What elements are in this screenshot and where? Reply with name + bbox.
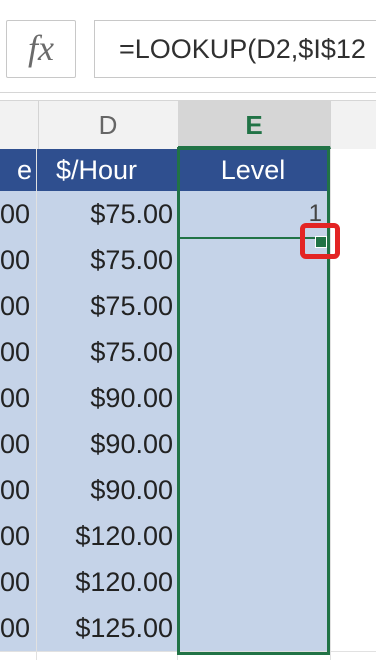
- table-row: 00 $120.00: [0, 559, 376, 605]
- table-header-level[interactable]: Level: [178, 149, 328, 191]
- gridline: [0, 651, 376, 652]
- cell-e[interactable]: [178, 283, 330, 329]
- cell-d[interactable]: $75.00: [36, 283, 177, 329]
- cell-e[interactable]: [178, 329, 330, 375]
- cell-c[interactable]: 00: [0, 191, 36, 237]
- table-header-row: e $/Hour Level: [0, 149, 330, 191]
- column-header-e-label: E: [245, 110, 263, 140]
- cell-e[interactable]: [178, 513, 330, 559]
- cell-e[interactable]: [178, 559, 330, 605]
- table-row: 00 $75.00: [0, 283, 376, 329]
- cell-e[interactable]: [178, 605, 330, 651]
- cell-c[interactable]: 00: [0, 513, 36, 559]
- column-header-f[interactable]: [330, 101, 376, 149]
- table-row: 00 $125.00: [0, 605, 376, 651]
- cell-c[interactable]: 00: [0, 559, 36, 605]
- insert-function-button[interactable]: fx: [6, 20, 76, 78]
- cell-d[interactable]: $75.00: [36, 237, 177, 283]
- fx-icon: fx: [28, 28, 54, 68]
- cell-e[interactable]: [178, 375, 330, 421]
- cell-d[interactable]: $75.00: [36, 329, 177, 375]
- table-row: 00 $90.00: [0, 375, 376, 421]
- cell-d[interactable]: $90.00: [36, 375, 177, 421]
- cell-c[interactable]: 00: [0, 329, 36, 375]
- cell-d[interactable]: $120.00: [36, 559, 177, 605]
- column-header-row: D E: [0, 100, 376, 150]
- cell-d[interactable]: $125.00: [36, 605, 177, 651]
- table-row: 00 $90.00: [0, 467, 376, 513]
- cell-e[interactable]: [178, 467, 330, 513]
- column-header-d-label: D: [98, 110, 118, 140]
- table-row: 00 $90.00: [0, 421, 376, 467]
- fill-handle-callout: [300, 223, 340, 259]
- formula-bar: fx =LOOKUP(D2,$I$12: [0, 0, 376, 93]
- cell-c[interactable]: 00: [0, 605, 36, 651]
- cell-d[interactable]: $75.00: [36, 191, 177, 237]
- column-header-c[interactable]: [0, 101, 39, 149]
- formula-input[interactable]: =LOOKUP(D2,$I$12: [94, 20, 376, 78]
- cell-d[interactable]: $90.00: [36, 421, 177, 467]
- table-header-rate-partial[interactable]: e: [0, 149, 34, 191]
- column-header-e[interactable]: E: [178, 101, 331, 149]
- cell-c[interactable]: 00: [0, 467, 36, 513]
- table-row: 00 $75.00: [0, 329, 376, 375]
- cell-d[interactable]: $90.00: [36, 467, 177, 513]
- cell-c[interactable]: 00: [0, 421, 36, 467]
- table-row: 00 $120.00: [0, 513, 376, 559]
- cell-e[interactable]: [178, 421, 330, 467]
- worksheet: e $/Hour Level 00 $75.00 1 00 $75.00 00 …: [0, 147, 376, 660]
- column-header-d[interactable]: D: [38, 101, 179, 149]
- formula-text: =LOOKUP(D2,$I$12: [119, 34, 366, 64]
- cell-c[interactable]: 00: [0, 237, 36, 283]
- table-header-hour[interactable]: $/Hour: [56, 149, 176, 191]
- cell-c[interactable]: 00: [0, 375, 36, 421]
- cell-d[interactable]: $120.00: [36, 513, 177, 559]
- cell-c[interactable]: 00: [0, 283, 36, 329]
